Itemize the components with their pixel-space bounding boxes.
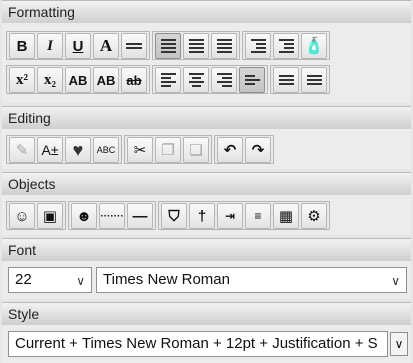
spellcheck-label: ABC (96, 145, 116, 155)
dotted-line-icon[interactable]: ······· (99, 203, 125, 229)
strikethrough-label: ab (126, 72, 142, 88)
media-icon[interactable]: ▦ (273, 203, 299, 229)
font-size-button[interactable]: A± (37, 137, 63, 163)
distributed-button[interactable] (211, 33, 237, 59)
bold-label: B (16, 37, 28, 55)
font-color-label: A (99, 36, 113, 55)
font-family-select[interactable]: Times New Roman ∨ (96, 267, 407, 293)
style-header: Style (2, 302, 411, 326)
font-family-value: Times New Roman (103, 271, 230, 288)
undo-icon[interactable]: ↶ (217, 137, 243, 163)
style-select[interactable]: Current + Times New Roman + 12pt + Justi… (8, 331, 388, 357)
small-caps-button[interactable]: AB (93, 67, 119, 93)
underline-label: U (72, 37, 84, 55)
italic-button[interactable]: I (37, 33, 63, 59)
bold-button[interactable]: B (9, 33, 35, 59)
face-object-icon[interactable]: ☻ (71, 203, 97, 229)
editing-header: Editing (2, 106, 411, 130)
style-value: Current + Times New Roman + 12pt + Justi… (15, 335, 378, 352)
insert-field-icon[interactable]: ⇥ (217, 203, 243, 229)
underline-button[interactable]: U (65, 33, 91, 59)
indent-icon[interactable] (273, 33, 299, 59)
format-painter-icon[interactable]: 🧴 (301, 33, 327, 59)
list-field-icon[interactable]: ≡ (245, 203, 271, 229)
objects-header: Objects (2, 172, 411, 196)
strikethrough-button[interactable]: ab (121, 67, 147, 93)
font-size-select[interactable]: 22 ∨ (8, 267, 92, 293)
justify-button[interactable] (155, 33, 181, 59)
chevron-down-icon: ∨ (76, 274, 85, 288)
style-panel: Style Current + Times New Roman + 12pt +… (2, 302, 411, 363)
cursor-icon[interactable]: † (189, 203, 215, 229)
font-header: Font (2, 238, 411, 262)
numbered-list-icon[interactable] (301, 67, 327, 93)
formatting-panel: Formatting B I U A 🧴 x² x₂ AB AB ab (2, 0, 411, 104)
justify-all-button[interactable] (183, 33, 209, 59)
subscript-button[interactable]: x₂ (37, 67, 63, 93)
edit-pencil-icon[interactable]: ✎ (9, 137, 35, 163)
heart-icon[interactable]: ♥ (65, 137, 91, 163)
hanging-indent-button[interactable] (239, 67, 265, 93)
objects-panel: Objects ☺ ▣ ☻ ······· — ⛉ † ⇥ ≡ ▦ ⚙ (2, 172, 411, 236)
font-size-value: 22 (15, 271, 32, 288)
font-title: Font (8, 242, 37, 258)
style-title: Style (8, 306, 40, 322)
editing-panel: Editing ✎ A± ♥ ABC ✂ ❐ ❏ ↶ ↷ (2, 106, 411, 170)
font-size-label: A± (41, 142, 59, 158)
paste-icon[interactable]: ❏ (183, 137, 209, 163)
formatting-title: Formatting (8, 4, 75, 20)
font-color-button[interactable]: A (93, 33, 119, 59)
spellcheck-icon[interactable]: ABC (93, 137, 119, 163)
formatting-header: Formatting (2, 0, 411, 24)
all-caps-button[interactable]: AB (65, 67, 91, 93)
bookmark-icon[interactable]: ⛉ (161, 203, 187, 229)
align-left-button[interactable] (155, 67, 181, 93)
smiley-icon[interactable]: ☺ (9, 203, 35, 229)
horizontal-rule-button[interactable] (121, 33, 147, 59)
cut-icon[interactable]: ✂ (127, 137, 153, 163)
superscript-label: x² (16, 71, 28, 88)
objects-title: Objects (8, 176, 56, 192)
align-right-button[interactable] (211, 67, 237, 93)
small-caps-label: AB (96, 72, 116, 88)
solid-line-icon[interactable]: — (127, 203, 153, 229)
outdent-icon[interactable] (245, 33, 271, 59)
picture-icon[interactable]: ▣ (37, 203, 63, 229)
font-panel: Font 22 ∨ Times New Roman ∨ (2, 238, 411, 300)
italic-label: I (47, 37, 53, 54)
subscript-label: x₂ (44, 71, 56, 88)
chevron-down-icon: ∨ (391, 274, 400, 288)
bullet-list-icon[interactable] (273, 67, 299, 93)
chevron-down-icon[interactable]: ∨ (390, 332, 408, 356)
all-caps-label: AB (68, 72, 88, 88)
copy-icon[interactable]: ❐ (155, 137, 181, 163)
editing-title: Editing (8, 110, 51, 126)
align-center-button[interactable] (183, 67, 209, 93)
gear-icon[interactable]: ⚙ (301, 203, 327, 229)
superscript-button[interactable]: x² (9, 67, 35, 93)
redo-icon[interactable]: ↷ (245, 137, 271, 163)
